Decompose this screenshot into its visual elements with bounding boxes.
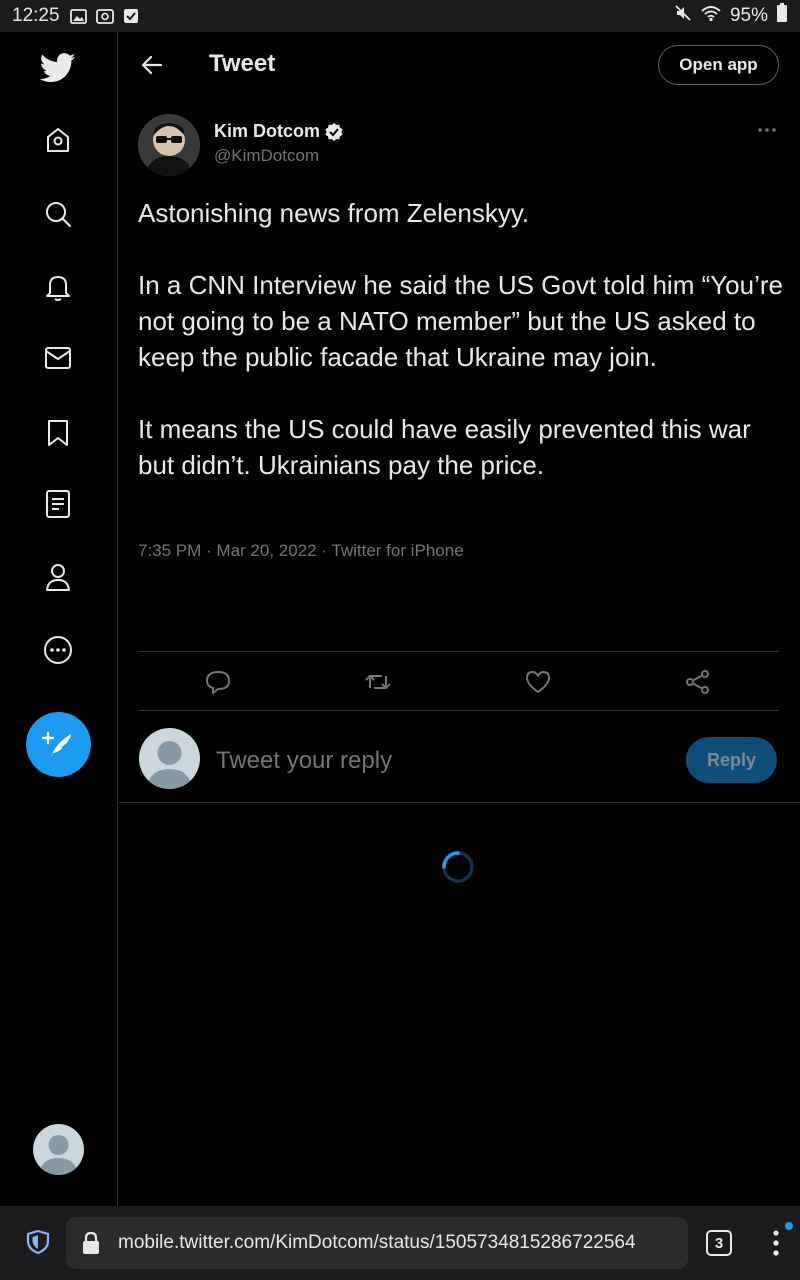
status-bar: 12:25 95%	[0, 0, 800, 32]
profile-icon[interactable]	[38, 557, 78, 597]
messages-mail-icon[interactable]	[38, 338, 78, 378]
reply-icon[interactable]	[204, 668, 232, 696]
more-options-icon[interactable]	[755, 120, 779, 140]
battery-icon	[776, 3, 788, 29]
privacy-shield-icon[interactable]	[26, 1229, 50, 1255]
main-column: Tweet Open app Kim Dotcom @KimDotcom Ast…	[119, 32, 800, 1206]
lists-icon[interactable]	[38, 484, 78, 524]
screenshot-icon	[95, 8, 114, 24]
mute-icon	[674, 4, 692, 28]
share-icon[interactable]	[684, 668, 712, 696]
browser-menu-icon[interactable]	[766, 1226, 786, 1260]
bookmarks-icon[interactable]	[38, 413, 78, 453]
notification-dot	[785, 1222, 793, 1230]
checkbox-icon	[122, 8, 140, 24]
reply-button[interactable]: Reply	[686, 737, 777, 783]
author-name-text: Kim Dotcom	[214, 121, 321, 141]
home-icon[interactable]	[38, 120, 78, 160]
status-time: 12:25	[12, 5, 60, 26]
browser-toolbar: mobile.twitter.com/KimDotcom/status/1505…	[0, 1206, 800, 1280]
page-header: Tweet Open app	[119, 32, 800, 98]
tweet-paragraph: Astonishing news from Zelenskyy.	[138, 198, 530, 228]
back-arrow-icon[interactable]	[137, 50, 167, 80]
notifications-bell-icon[interactable]	[38, 267, 78, 307]
compose-tweet-button[interactable]	[26, 712, 91, 777]
open-app-button[interactable]: Open app	[658, 45, 779, 85]
url-text[interactable]: mobile.twitter.com/KimDotcom/status/1505…	[118, 1232, 636, 1254]
search-icon[interactable]	[38, 194, 78, 234]
tweet-paragraph: It means the US could have easily preven…	[138, 414, 751, 480]
twitter-logo-icon[interactable]	[38, 48, 78, 88]
sidebar-nav	[0, 32, 118, 1206]
more-icon[interactable]	[38, 630, 78, 670]
battery-percent: 95%	[729, 5, 768, 26]
page-title: Tweet	[209, 50, 276, 77]
wifi-icon	[700, 4, 722, 28]
reply-input[interactable]	[216, 743, 656, 779]
divider	[119, 802, 800, 803]
author-handle[interactable]: @KimDotcom	[214, 146, 319, 166]
feather-plus-icon	[41, 731, 71, 757]
account-avatar[interactable]	[33, 1124, 84, 1175]
reply-avatar	[139, 728, 200, 789]
tab-switcher-button[interactable]: 3	[706, 1230, 732, 1256]
author-name[interactable]: Kim Dotcom	[214, 121, 344, 142]
author-avatar[interactable]	[138, 114, 200, 176]
image-icon	[70, 8, 88, 24]
like-heart-icon[interactable]	[524, 668, 552, 696]
tweet-actions-bar	[138, 651, 779, 711]
loading-spinner-icon	[441, 850, 475, 884]
retweet-icon[interactable]	[364, 668, 392, 696]
address-bar[interactable]: mobile.twitter.com/KimDotcom/status/1505…	[66, 1217, 688, 1269]
tweet-text: Astonishing news from Zelenskyy. In a CN…	[138, 195, 788, 483]
tweet-timestamp[interactable]: 7:35 PM · Mar 20, 2022 · Twitter for iPh…	[138, 541, 464, 561]
lock-icon	[80, 1230, 102, 1256]
tweet-paragraph: In a CNN Interview he said the US Govt t…	[138, 270, 783, 372]
verified-badge-icon	[325, 122, 343, 141]
